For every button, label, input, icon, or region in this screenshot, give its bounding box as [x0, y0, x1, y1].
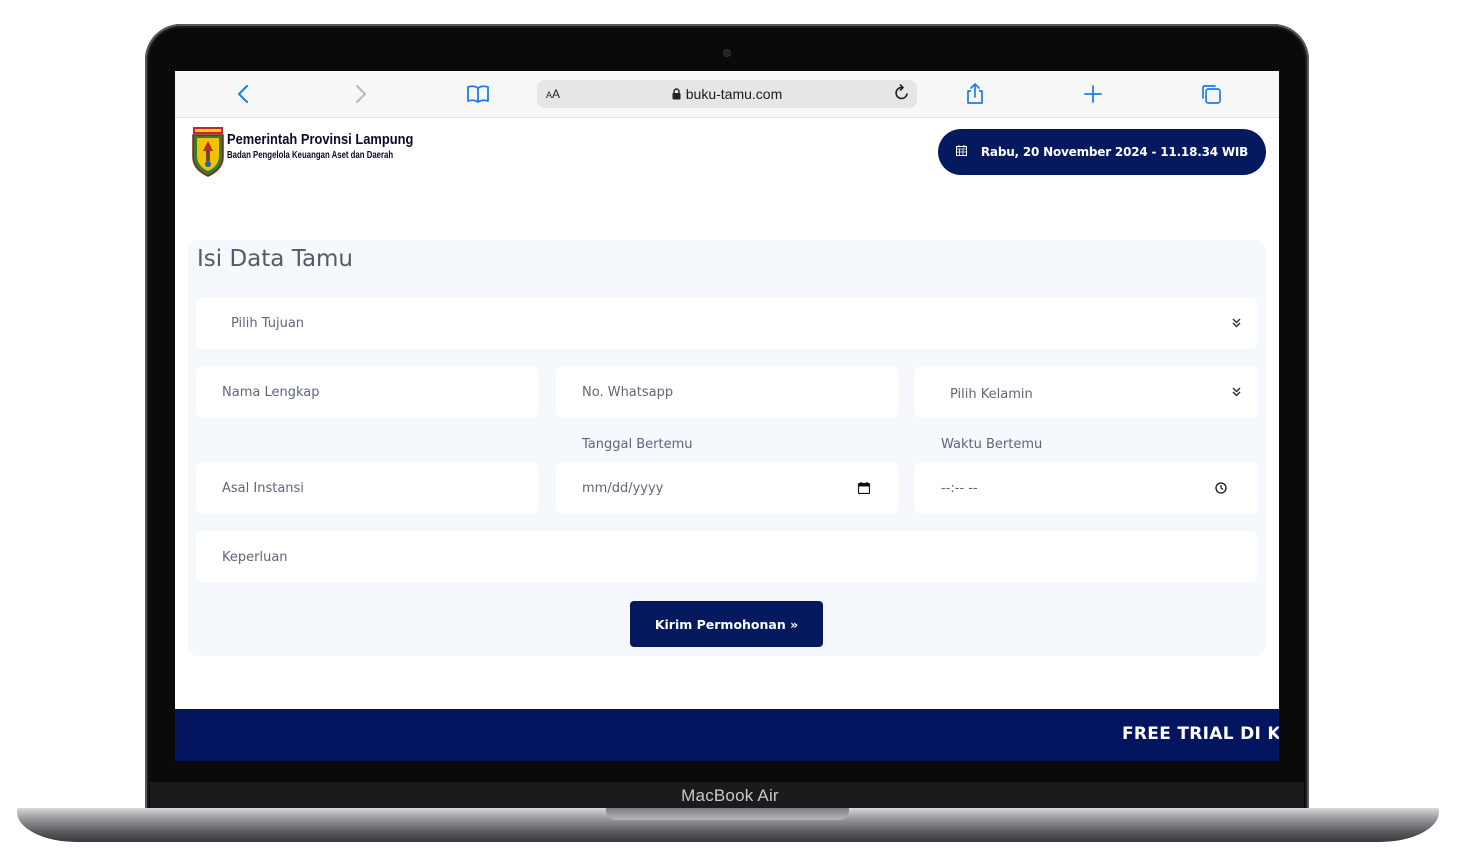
- waktu-input[interactable]: --:-- --: [915, 462, 1257, 514]
- url-text: buku-tamu.com: [685, 86, 783, 102]
- whatsapp-input[interactable]: No. Whatsapp: [556, 366, 898, 418]
- form-title: Isi Data Tamu: [197, 246, 354, 272]
- waktu-label: Waktu Bertemu: [941, 437, 1043, 452]
- org-name: Pemerintah Provinsi Lampung: [227, 131, 414, 148]
- tujuan-select[interactable]: Pilih Tujuan: [196, 297, 1257, 349]
- laptop-model-label: MacBook Air: [681, 786, 779, 805]
- book-icon[interactable]: [466, 83, 490, 105]
- address-bar[interactable]: AA buku-tamu.com: [537, 80, 917, 108]
- datetime-text: Rabu, 20 November 2024 - 11.18.34 WIB: [980, 145, 1249, 159]
- lock-icon: [672, 87, 681, 103]
- chevron-right-icon[interactable]: [349, 83, 373, 105]
- tanggal-input[interactable]: mm/dd/yyyy: [556, 462, 898, 514]
- reload-icon[interactable]: [893, 84, 911, 106]
- calendar-icon: [955, 145, 967, 159]
- announcement-bar: FREE TRIAL DI KANTOR: [175, 709, 1279, 761]
- kelamin-select[interactable]: Pilih Kelamin: [915, 366, 1257, 418]
- chevron-left-icon[interactable]: [231, 83, 255, 105]
- calendar-icon[interactable]: [858, 482, 870, 494]
- double-chevron-down-icon: [1232, 387, 1241, 398]
- keperluan-input[interactable]: Keperluan: [196, 531, 1257, 583]
- double-chevron-down-icon: [1232, 318, 1241, 329]
- browser-toolbar: AA buku-tamu.com: [175, 71, 1279, 118]
- plus-icon[interactable]: [1081, 83, 1105, 105]
- guest-form-card: Isi Data Tamu Pilih Tujuan Nama Lengkap …: [188, 240, 1266, 656]
- nama-lengkap-input[interactable]: Nama Lengkap: [196, 366, 538, 418]
- share-icon[interactable]: [963, 83, 987, 105]
- asal-instansi-input[interactable]: Asal Instansi: [196, 462, 538, 514]
- screen: AA buku-tamu.com Pemerintah Provinsi Lam…: [175, 71, 1279, 761]
- announcement-text: FREE TRIAL DI KANTOR: [1122, 724, 1279, 744]
- lampung-logo: [191, 127, 225, 177]
- laptop-hinge-notch: [606, 808, 849, 820]
- clock-icon[interactable]: [1215, 482, 1227, 494]
- tanggal-label: Tanggal Bertemu: [582, 437, 693, 452]
- kirim-permohonan-button[interactable]: Kirim Permohonan »: [630, 601, 823, 647]
- tabs-icon[interactable]: [1199, 83, 1223, 105]
- camera-dot: [724, 50, 730, 56]
- datetime-badge: Rabu, 20 November 2024 - 11.18.34 WIB: [938, 129, 1266, 175]
- org-subtitle: Badan Pengelola Keuangan Aset dan Daerah: [227, 150, 394, 161]
